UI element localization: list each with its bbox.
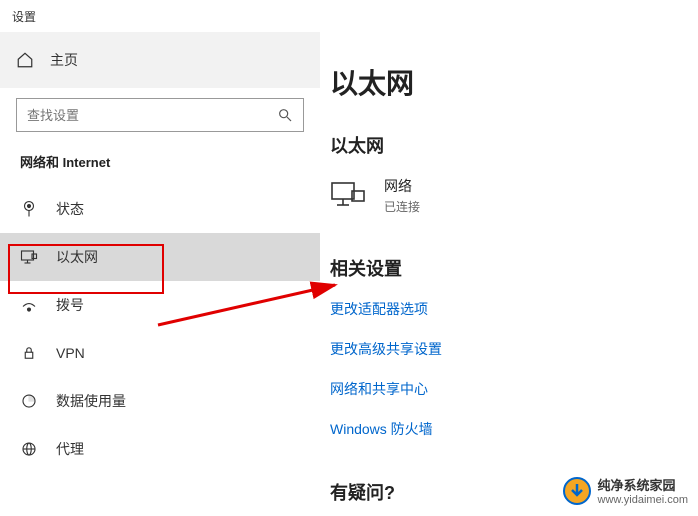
sidebar: 主页 网络和 Internet 状态 以太网 [0,32,320,516]
main-content: 以太网 以太网 网络 已连接 相关设置 更改适配器选项 更改高级共享设置 网络和… [320,32,698,516]
nav-home-label: 主页 [50,50,78,70]
nav-data-usage[interactable]: 数据使用量 [0,377,320,425]
watermark-title: 纯净系统家园 [598,478,676,493]
ethernet-section-title: 以太网 [330,132,688,158]
watermark-icon [562,476,592,506]
home-icon [16,51,34,69]
vpn-icon [20,344,38,362]
network-status: 已连接 [384,198,420,215]
page-title: 以太网 [330,62,688,102]
section-head: 网络和 Internet [0,142,320,185]
titlebar: 设置 [0,0,698,32]
status-icon [20,200,38,218]
network-entry[interactable]: 网络 已连接 [330,176,688,215]
nav-dialup-label: 拨号 [56,295,84,315]
related-settings-title: 相关设置 [330,255,688,281]
data-usage-icon [20,392,38,410]
link-network-sharing-center[interactable]: 网络和共享中心 [330,379,688,399]
network-info: 网络 已连接 [384,176,420,215]
dialup-icon [20,296,38,314]
watermark-url: www.yidaimei.com [598,494,688,506]
link-windows-firewall[interactable]: Windows 防火墙 [330,419,688,439]
search-wrap [0,88,320,142]
nav-proxy[interactable]: 代理 [0,425,320,473]
network-icon [330,181,366,211]
network-name: 网络 [384,176,420,196]
nav-vpn-label: VPN [56,345,85,361]
link-advanced-sharing[interactable]: 更改高级共享设置 [330,339,688,359]
window-title: 设置 [12,8,36,25]
nav-status[interactable]: 状态 [0,185,320,233]
nav-vpn[interactable]: VPN [0,329,320,377]
link-adapter-options[interactable]: 更改适配器选项 [330,299,688,319]
nav-dialup[interactable]: 拨号 [0,281,320,329]
proxy-icon [20,440,38,458]
watermark: 纯净系统家园 www.yidaimei.com [562,475,688,506]
layout: 主页 网络和 Internet 状态 以太网 [0,32,698,516]
nav-data-usage-label: 数据使用量 [56,391,126,411]
search-input[interactable] [27,108,277,123]
search-box[interactable] [16,98,304,132]
nav-home[interactable]: 主页 [0,32,320,88]
nav-ethernet[interactable]: 以太网 [0,233,320,281]
nav-status-label: 状态 [56,199,84,219]
nav-proxy-label: 代理 [56,439,84,459]
search-icon [277,107,293,123]
nav-ethernet-label: 以太网 [56,247,98,267]
ethernet-icon [20,248,38,266]
